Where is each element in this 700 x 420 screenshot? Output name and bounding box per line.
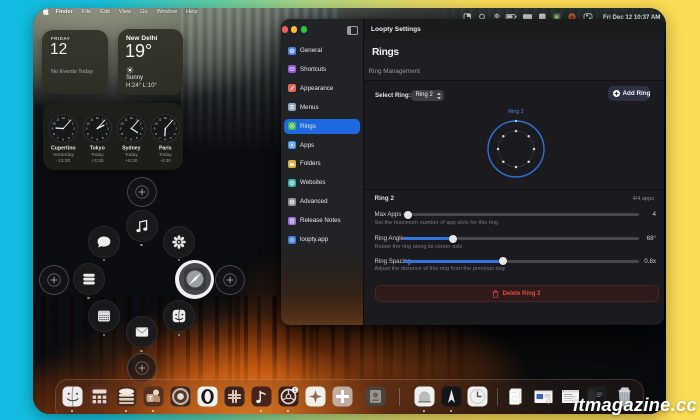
svg-text:7: 7 [57, 136, 59, 140]
svg-text:3: 3 [175, 127, 177, 131]
svg-text:11: 11 [56, 117, 59, 121]
svg-text:9: 9 [120, 127, 122, 131]
svg-text:3: 3 [141, 127, 143, 131]
svg-text:-13:30: -13:30 [56, 158, 70, 164]
svg-text:5: 5 [102, 136, 104, 140]
svg-text:Yesterday: Yesterday [53, 152, 75, 158]
svg-text:5: 5 [136, 136, 138, 140]
svg-text:6: 6 [62, 138, 64, 142]
svg-text:Tokyo: Tokyo [90, 146, 105, 152]
svg-text:11: 11 [90, 117, 93, 121]
svg-text:8: 8 [121, 132, 123, 136]
svg-text:7: 7 [125, 136, 127, 140]
svg-text:9: 9 [86, 127, 88, 131]
svg-text:5: 5 [170, 136, 172, 140]
svg-text:Today: Today [125, 152, 139, 158]
svg-text:Cupertino: Cupertino [51, 146, 76, 152]
svg-text:1: 1 [293, 388, 296, 394]
svg-text:2: 2 [72, 121, 74, 125]
svg-text:11: 11 [158, 117, 161, 121]
svg-text:11: 11 [124, 117, 127, 121]
svg-text:10: 10 [86, 121, 90, 125]
svg-text:3: 3 [107, 127, 109, 131]
svg-text:4: 4 [140, 132, 142, 136]
svg-text:12: 12 [130, 116, 134, 120]
svg-text:1: 1 [170, 117, 172, 121]
svg-text:-4:30: -4:30 [160, 158, 171, 164]
svg-text:Today: Today [91, 152, 105, 158]
svg-text:6: 6 [96, 138, 98, 142]
svg-text:12: 12 [62, 116, 66, 120]
svg-text:2: 2 [174, 121, 176, 125]
svg-text:7: 7 [159, 136, 161, 140]
svg-text:2: 2 [140, 121, 142, 125]
svg-text:4: 4 [106, 132, 108, 136]
svg-text:1: 1 [102, 117, 104, 121]
svg-text:8: 8 [53, 132, 55, 136]
svg-text:Sydney: Sydney [122, 146, 141, 152]
svg-text:8: 8 [155, 132, 157, 136]
svg-text:1: 1 [68, 117, 70, 121]
svg-text:12: 12 [164, 116, 168, 120]
svg-text:6: 6 [164, 138, 166, 142]
svg-text:2: 2 [106, 121, 108, 125]
svg-text:10: 10 [120, 121, 124, 125]
svg-text:Paris: Paris [159, 146, 172, 152]
svg-text:Today: Today [159, 152, 173, 158]
svg-text:+3:30: +3:30 [91, 158, 104, 164]
svg-text:5: 5 [68, 136, 70, 140]
svg-text:9: 9 [52, 127, 54, 131]
svg-text:9: 9 [154, 127, 156, 131]
svg-text:8: 8 [87, 132, 89, 136]
svg-text:4: 4 [174, 132, 176, 136]
svg-text:+5:30: +5:30 [125, 158, 138, 164]
svg-text:4: 4 [72, 132, 74, 136]
svg-text:6: 6 [130, 138, 132, 142]
svg-text:T: T [148, 397, 152, 403]
svg-text:10: 10 [52, 121, 56, 125]
svg-text:10: 10 [154, 121, 158, 125]
svg-text:1: 1 [136, 117, 138, 121]
svg-text:7: 7 [91, 136, 93, 140]
svg-text:3: 3 [73, 127, 75, 131]
svg-text:12: 12 [96, 116, 100, 120]
